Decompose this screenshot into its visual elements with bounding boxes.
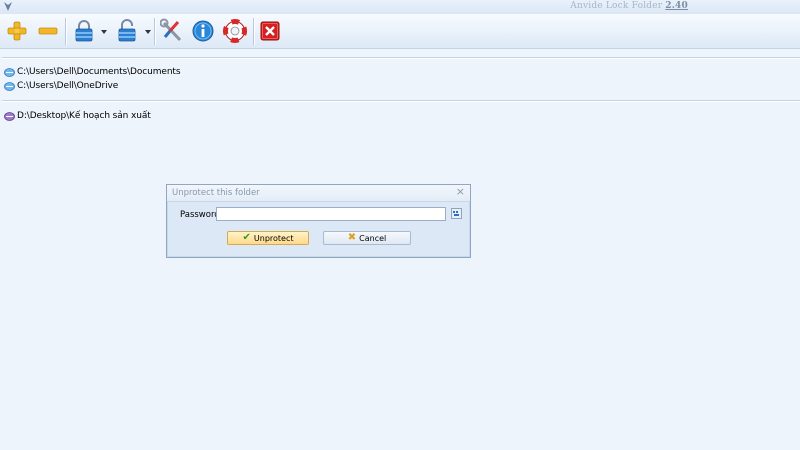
cancel-button-label: Cancel xyxy=(359,233,387,243)
cancel-button[interactable]: ✖ Cancel xyxy=(323,231,411,245)
remove-folder-button[interactable] xyxy=(37,18,59,44)
minus-icon xyxy=(38,27,58,35)
toolbar-separator xyxy=(65,18,67,45)
exit-button[interactable] xyxy=(259,18,281,44)
folder-locked-icon xyxy=(4,111,15,121)
list-item[interactable]: C:\Users\Dell\OneDrive xyxy=(4,79,118,93)
lifebuoy-icon xyxy=(223,19,247,43)
settings-button[interactable] xyxy=(160,18,184,44)
open-padlock-icon xyxy=(118,19,136,42)
toolbar-separator xyxy=(253,18,255,45)
add-folder-button[interactable] xyxy=(6,18,28,44)
unlock-button[interactable] xyxy=(116,18,138,44)
list-item[interactable]: D:\Desktop\Kế hoạch sản xuất xyxy=(4,109,151,123)
title-bar: Anvide Lock Folder 2.40 xyxy=(0,0,800,14)
wrench-screwdriver-icon xyxy=(160,18,182,42)
list-item[interactable]: C:\Users\Dell\Documents\Documents xyxy=(4,65,181,79)
lock-dropdown-arrow-icon[interactable] xyxy=(101,30,107,34)
list-divider-highlight xyxy=(2,58,800,59)
unprotect-dialog: Unprotect this folder × Password ✔ Unpro… xyxy=(166,184,471,258)
password-label: Password xyxy=(180,210,220,220)
dialog-title-bar[interactable]: Unprotect this folder × xyxy=(167,185,470,202)
unprotect-button-label: Unprotect xyxy=(253,233,294,243)
folder-unlocked-icon xyxy=(4,81,15,91)
folder-path: D:\Desktop\Kế hoạch sản xuất xyxy=(17,111,151,121)
app-logo-icon xyxy=(4,2,12,11)
help-button[interactable] xyxy=(223,18,247,44)
close-icon[interactable]: × xyxy=(456,186,465,198)
window-title: Anvide Lock Folder 2.40 xyxy=(570,1,688,11)
close-icon xyxy=(260,21,280,41)
window-version: 2.40 xyxy=(665,1,688,11)
folder-unlocked-icon xyxy=(4,67,15,77)
info-icon xyxy=(192,20,214,42)
folder-path: C:\Users\Dell\OneDrive xyxy=(17,81,119,91)
toolbar-separator xyxy=(154,18,156,45)
checkmark-icon: ✔ xyxy=(242,232,251,243)
folder-path: C:\Users\Dell\Documents\Documents xyxy=(17,67,181,77)
unlock-dropdown-arrow-icon[interactable] xyxy=(145,30,151,34)
closed-padlock-icon xyxy=(75,20,93,42)
lock-button[interactable] xyxy=(73,18,95,44)
virtual-keyboard-icon[interactable] xyxy=(451,208,462,219)
window-title-text: Anvide Lock Folder xyxy=(570,1,663,11)
list-divider-highlight xyxy=(2,101,800,102)
plus-icon xyxy=(7,21,27,41)
about-button[interactable] xyxy=(191,18,215,44)
dialog-title: Unprotect this folder xyxy=(172,188,260,198)
unprotect-button[interactable]: ✔ Unprotect xyxy=(227,231,309,245)
cancel-x-icon: ✖ xyxy=(347,232,357,243)
password-field[interactable] xyxy=(216,207,446,221)
toolbar xyxy=(0,14,800,49)
